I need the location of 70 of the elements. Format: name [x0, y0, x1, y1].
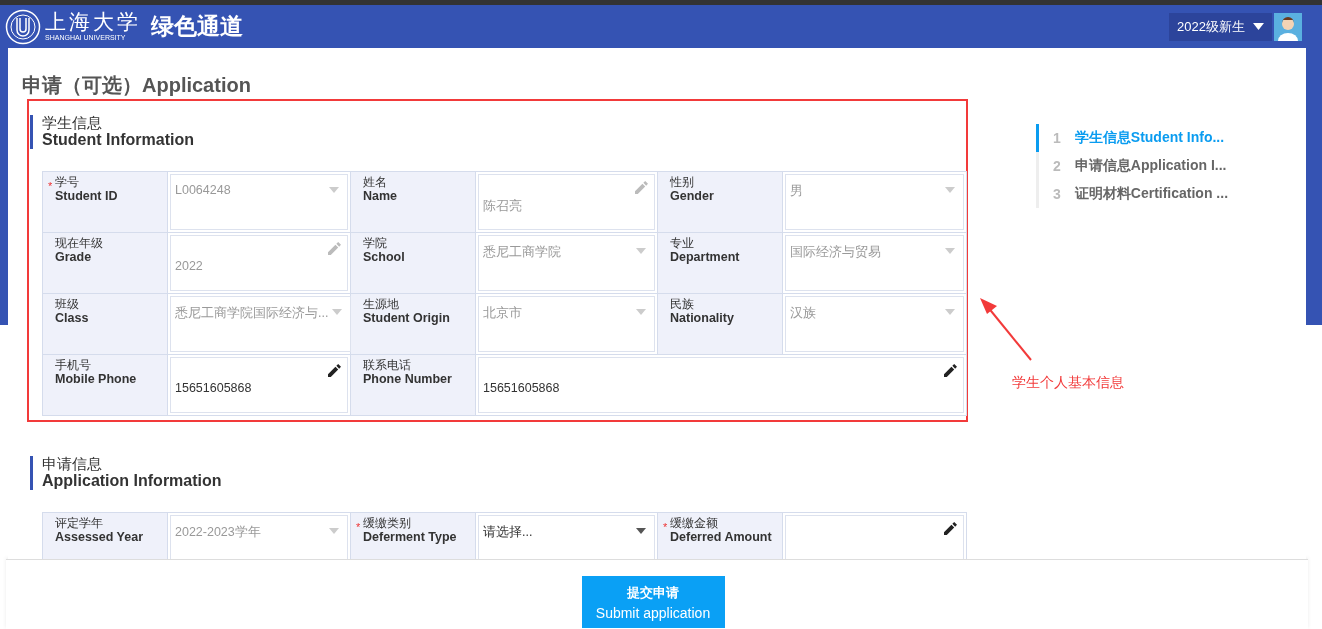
nav-item[interactable]: 2 申请信息Application I... — [1036, 152, 1229, 180]
caret-icon — [945, 309, 955, 315]
field-label-english: Gender — [670, 189, 714, 203]
field-label-english: Department — [670, 250, 740, 264]
field-label: 专业 — [670, 237, 694, 250]
step-number: 3 — [1053, 186, 1061, 202]
nav-item[interactable]: 3 证明材料Certification ... — [1036, 180, 1229, 208]
field-label: 民族 — [670, 298, 694, 311]
field-label-english: Class — [55, 311, 89, 325]
required-mark: * — [356, 521, 361, 533]
field-label: 性别 — [670, 176, 694, 189]
section-title: 学生信息 — [42, 115, 103, 131]
field-label: 缓缴类别 — [363, 517, 411, 530]
required-mark: * — [663, 521, 668, 533]
page-title: 申请（可选）Application — [21, 73, 252, 98]
nav-label: 学生信息Student Info... — [1074, 129, 1225, 147]
field-label-english: Phone Number — [363, 372, 452, 386]
nav-label: 申请信息Application I... — [1074, 157, 1227, 175]
app-title: 绿色通道 — [151, 12, 243, 41]
field-label-english: Mobile Phone — [55, 372, 137, 386]
field-label-english: Deferment Type — [363, 530, 457, 544]
field-label-english: Assessed Year — [55, 530, 144, 544]
field-label-english: Grade — [55, 250, 92, 264]
caret-icon — [332, 309, 343, 315]
field-label: 学号 — [55, 176, 79, 189]
annotation-text: 学生个人基本信息 — [1012, 374, 1124, 392]
user-menu[interactable]: 2022级新生 — [1169, 12, 1272, 41]
step-number: 1 — [1053, 130, 1061, 146]
pencil-icon — [328, 242, 341, 255]
select-field[interactable]: 请选择... — [478, 515, 655, 559]
field-label: 姓名 — [363, 176, 387, 189]
field-label: 缓缴金额 — [670, 517, 718, 530]
caret-icon — [945, 248, 955, 254]
university-emblem-icon — [5, 8, 41, 45]
field-label: 评定学年 — [55, 517, 103, 530]
field-label-english: School — [363, 250, 405, 264]
nav-item[interactable]: 1 学生信息Student Info... — [1036, 124, 1229, 152]
avatar[interactable] — [1274, 12, 1302, 41]
text-field[interactable]: 15651605868 — [478, 357, 964, 413]
field-label: 手机号 — [55, 359, 91, 372]
field-label-english: Name — [363, 189, 398, 203]
field-label: 班级 — [55, 298, 79, 311]
section-title-english: Student Information — [42, 131, 195, 149]
caret-icon — [636, 248, 646, 254]
caret-icon — [636, 309, 646, 315]
field-label: 学院 — [363, 237, 387, 250]
caret-icon — [636, 528, 646, 534]
section-title-english: Application Information — [42, 472, 223, 490]
caret-icon — [1253, 23, 1264, 30]
nav-label: 证明材料Certification ... — [1074, 185, 1229, 203]
caret-icon — [945, 187, 955, 193]
required-mark: * — [48, 180, 53, 192]
step-number: 2 — [1053, 158, 1061, 174]
university-name: 上海大学 — [45, 11, 141, 33]
field-label-english: Student ID — [55, 189, 118, 203]
field-label: 生源地 — [363, 298, 399, 311]
pencil-icon — [635, 181, 648, 194]
field-label-english: Deferred Amount — [670, 530, 772, 544]
section-title: 申请信息 — [42, 456, 103, 472]
pencil-icon — [328, 364, 341, 377]
caret-icon — [329, 187, 339, 193]
field-label-english: Nationality — [670, 311, 734, 325]
pencil-icon — [944, 364, 957, 377]
field-label: 现在年级 — [55, 237, 103, 250]
caret-icon — [329, 528, 339, 534]
field-label-english: Student Origin — [363, 311, 450, 325]
pencil-icon — [944, 522, 957, 535]
submit-button[interactable]: 提交申请 Submit application — [581, 576, 725, 628]
field-label: 联系电话 — [363, 359, 411, 372]
text-field[interactable]: 15651605868 — [170, 357, 348, 413]
